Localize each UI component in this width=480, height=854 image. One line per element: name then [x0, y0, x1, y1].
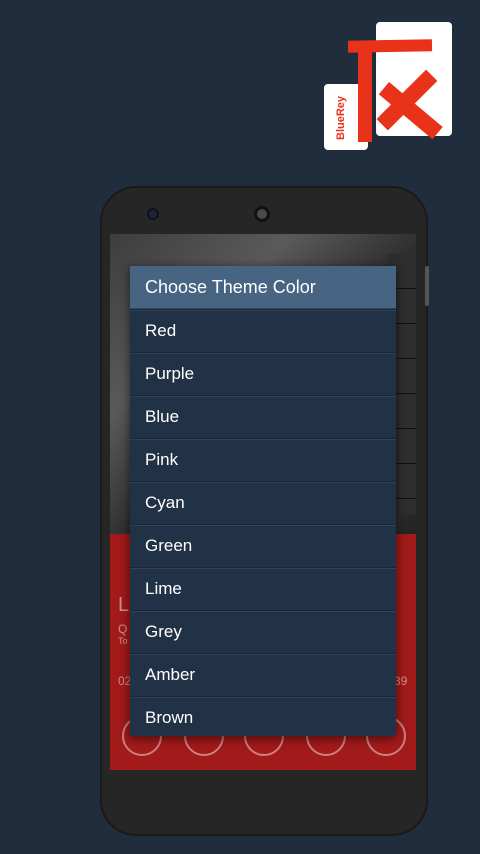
- app-logo: BlueRey: [322, 22, 454, 154]
- option-lime[interactable]: Lime: [130, 567, 396, 610]
- track-title: L: [118, 594, 130, 616]
- front-camera-icon: [149, 210, 157, 218]
- option-pink[interactable]: Pink: [130, 438, 396, 481]
- track-artist: Q: [118, 622, 128, 636]
- option-brown[interactable]: Brown: [130, 696, 396, 739]
- speaker-icon: [254, 206, 270, 222]
- option-grey[interactable]: Grey: [130, 610, 396, 653]
- logo-text: BlueRey: [335, 95, 347, 140]
- scrollbar[interactable]: [425, 266, 429, 306]
- option-cyan[interactable]: Cyan: [130, 481, 396, 524]
- option-amber[interactable]: Amber: [130, 653, 396, 696]
- option-green[interactable]: Green: [130, 524, 396, 567]
- track-album: To: [118, 636, 128, 646]
- dialog-title: Choose Theme Color: [130, 266, 396, 309]
- option-blue[interactable]: Blue: [130, 395, 396, 438]
- option-red[interactable]: Red: [130, 309, 396, 352]
- option-purple[interactable]: Purple: [130, 352, 396, 395]
- total-time: 39: [394, 674, 408, 688]
- theme-color-dialog: Choose Theme Color Red Purple Blue Pink …: [130, 266, 396, 736]
